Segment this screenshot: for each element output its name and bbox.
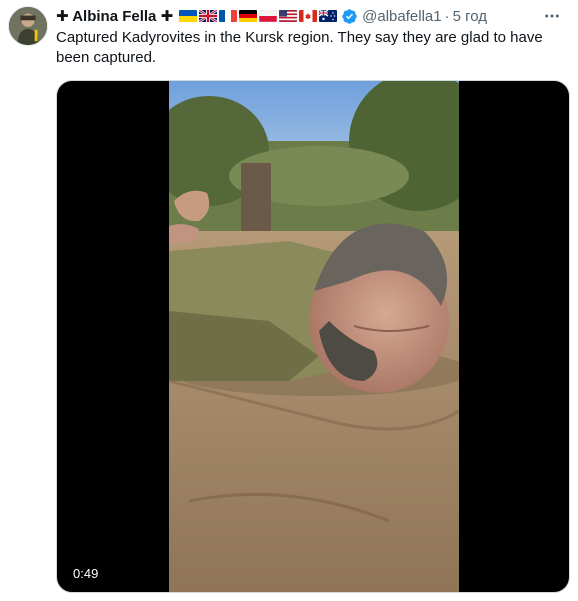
verified-badge-icon[interactable] xyxy=(341,8,358,25)
video-duration: 0:49 xyxy=(67,565,105,582)
display-name[interactable]: ✚ Albina Fella ✚ xyxy=(56,7,173,25)
cross-prefix: ✚ xyxy=(56,8,69,25)
australia-flag-icon xyxy=(319,10,338,22)
timestamp[interactable]: 5 год xyxy=(453,8,487,25)
cross-suffix: ✚ xyxy=(160,8,174,25)
video-thumbnail[interactable] xyxy=(169,81,459,592)
ukraine-flag-icon xyxy=(179,10,198,22)
poland-flag-icon xyxy=(259,10,278,22)
more-options-icon[interactable] xyxy=(542,6,562,26)
author-name[interactable]: Albina Fella xyxy=(72,8,156,25)
author-handle[interactable]: @albafella1 xyxy=(362,8,441,25)
avatar[interactable] xyxy=(8,6,48,46)
tweet-text: Captured Kadyrovites in the Kursk region… xyxy=(56,29,543,66)
tweet-header: ✚ Albina Fella ✚ @albafella1 · 5 год xyxy=(56,6,487,26)
flag-emojis xyxy=(179,10,338,22)
tweet-card[interactable]: ✚ Albina Fella ✚ @albafella1 · 5 год Cap… xyxy=(0,0,578,601)
uk-flag-icon xyxy=(199,10,218,22)
usa-flag-icon xyxy=(279,10,298,22)
france-flag-icon xyxy=(219,10,238,22)
canada-flag-icon xyxy=(299,10,318,22)
video-player[interactable]: 0:49 xyxy=(56,80,570,593)
germany-flag-icon xyxy=(239,10,258,22)
dot-separator: · xyxy=(444,7,450,25)
